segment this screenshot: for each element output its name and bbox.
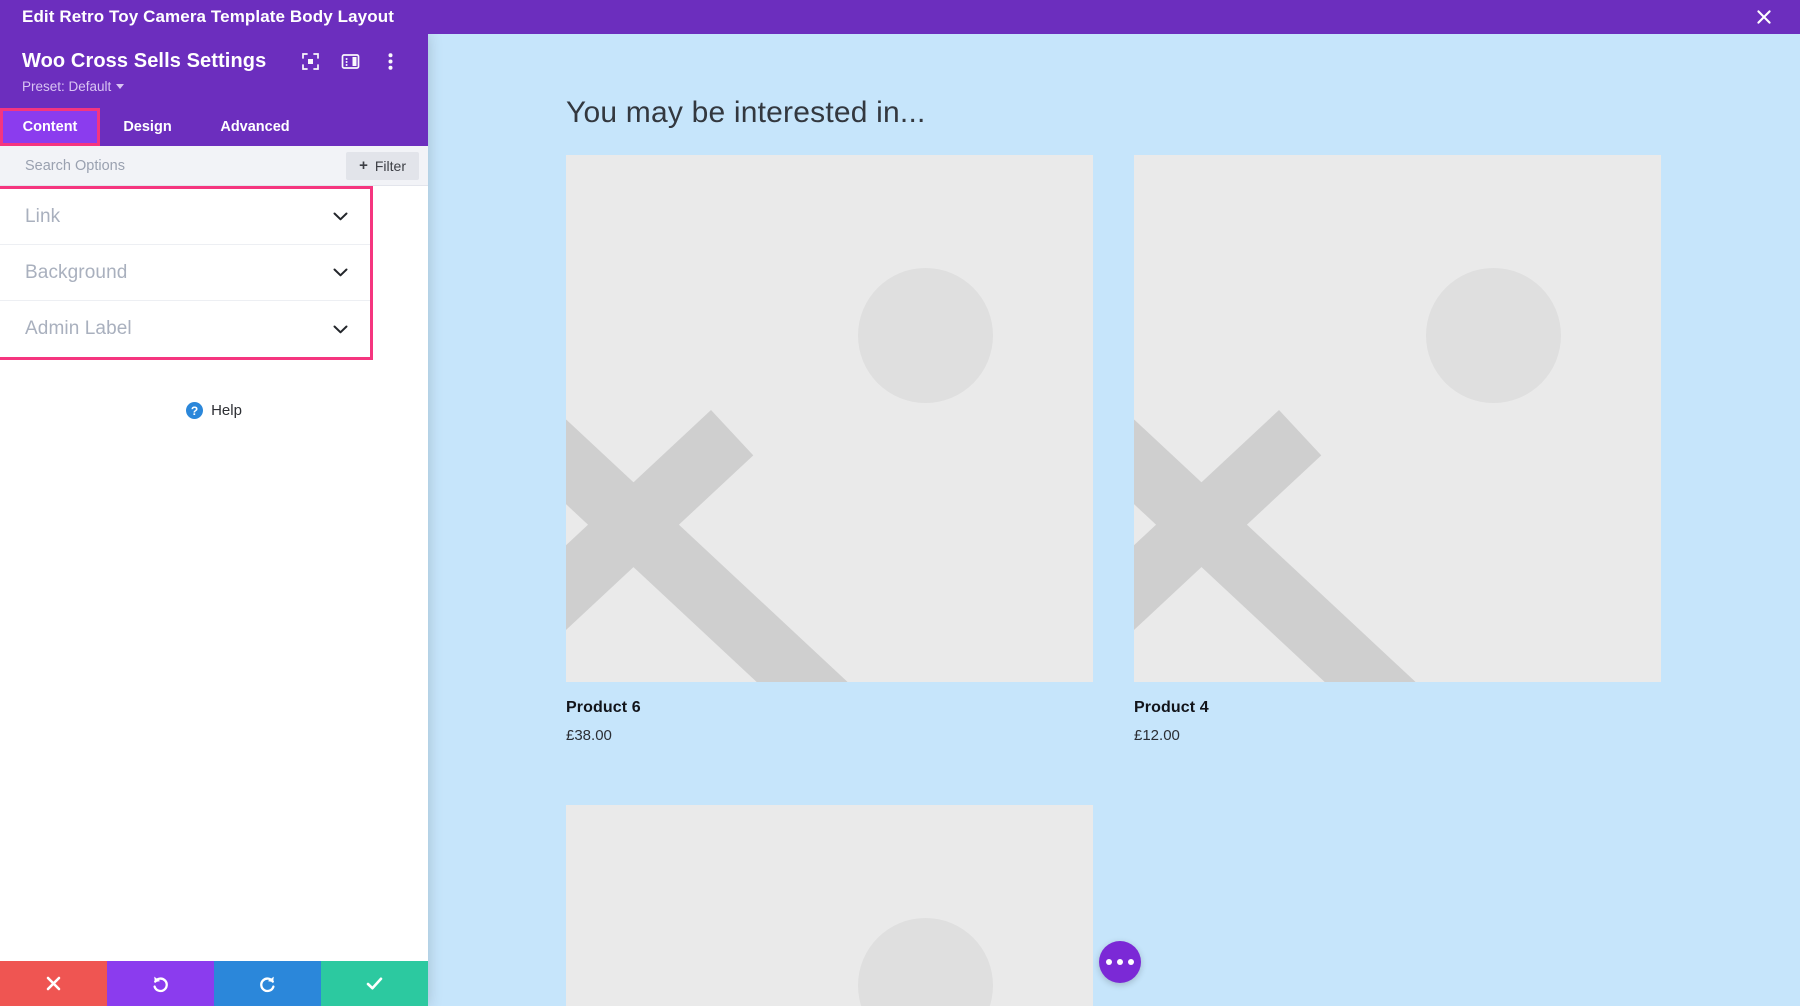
three-dots-icon [1117,959,1123,965]
kebab-menu-icon[interactable] [380,52,400,72]
product-name: Product 4 [1134,699,1209,716]
accordion-label: Link [25,205,61,227]
plus-icon: + [359,157,368,174]
filter-button[interactable]: + Filter [346,151,419,180]
panel-title: Woo Cross Sells Settings [22,50,267,72]
placeholder-sun-circle [1426,268,1562,404]
search-row: + Filter [0,146,428,186]
fullscreen-expand-icon[interactable] [300,52,320,72]
redo-button[interactable] [214,961,321,1006]
panel-action-bar [0,961,428,1006]
accordion-label: Background [25,261,128,283]
product-card[interactable]: Product 4 £12.00 [1134,155,1661,744]
placeholder-sun-circle [858,268,994,404]
divi-builder-screen: Edit Retro Toy Camera Template Body Layo… [0,0,1800,1006]
preset-dropdown[interactable]: Preset: Default [22,79,125,94]
cancel-button[interactable] [0,961,107,1006]
product-name: Product 6 [566,699,641,716]
page-preview: You may be interested in... Product 6 £3… [428,34,1800,1006]
panel-header: Woo Cross Sells Settings Preset: Default [0,34,428,108]
question-mark-icon: ? [186,402,204,419]
editor-title: Edit Retro Toy Camera Template Body Layo… [22,7,394,26]
product-placeholder-image [566,155,1093,682]
chevron-down-icon [116,84,125,89]
accordion-group: Link Background Admin Label [0,186,373,360]
help-label: Help [211,402,242,419]
accordion-row-admin-label[interactable]: Admin Label [0,301,370,357]
more-options-fab[interactable] [1099,941,1141,983]
tab-design[interactable]: Design [100,108,195,146]
chevron-down-icon [332,265,348,281]
panel-layout-icon[interactable] [340,52,360,72]
chevron-down-icon [332,321,348,337]
filter-button-label: Filter [374,157,406,174]
settings-tabs: Content Design Advanced [0,108,428,146]
accordion-label: Admin Label [25,318,132,339]
product-price: £38.00 [566,727,612,744]
three-dots-icon [1106,959,1112,965]
chevron-down-icon [332,209,348,225]
tab-content[interactable]: Content [0,108,100,146]
search-input[interactable] [0,157,347,174]
tab-advanced[interactable]: Advanced [195,108,315,146]
product-card[interactable] [566,805,1093,1006]
help-link[interactable]: ? Help [0,402,428,419]
undo-button[interactable] [107,961,214,1006]
placeholder-sun-circle [858,918,994,1006]
editor-top-bar: Edit Retro Toy Camera Template Body Layo… [0,0,1800,34]
product-price: £12.00 [1134,727,1180,744]
product-placeholder-image [566,805,1093,1006]
panel-empty-space [0,419,428,961]
three-dots-icon [1128,959,1134,965]
product-placeholder-image [1134,155,1661,682]
accordion-row-background[interactable]: Background [0,245,370,301]
module-settings-panel: Woo Cross Sells Settings Preset: Default… [0,34,428,1006]
product-grid: Product 6 £38.00 Product 4 £12.00 [566,155,1661,1006]
cross-sells-heading: You may be interested in... [566,96,926,129]
preset-label: Preset: Default [22,79,112,94]
save-button[interactable] [321,961,428,1006]
panel-header-icons [300,52,400,72]
accordion-row-link[interactable]: Link [0,189,370,245]
close-icon[interactable] [1744,0,1784,34]
product-card[interactable]: Product 6 £38.00 [566,155,1093,744]
